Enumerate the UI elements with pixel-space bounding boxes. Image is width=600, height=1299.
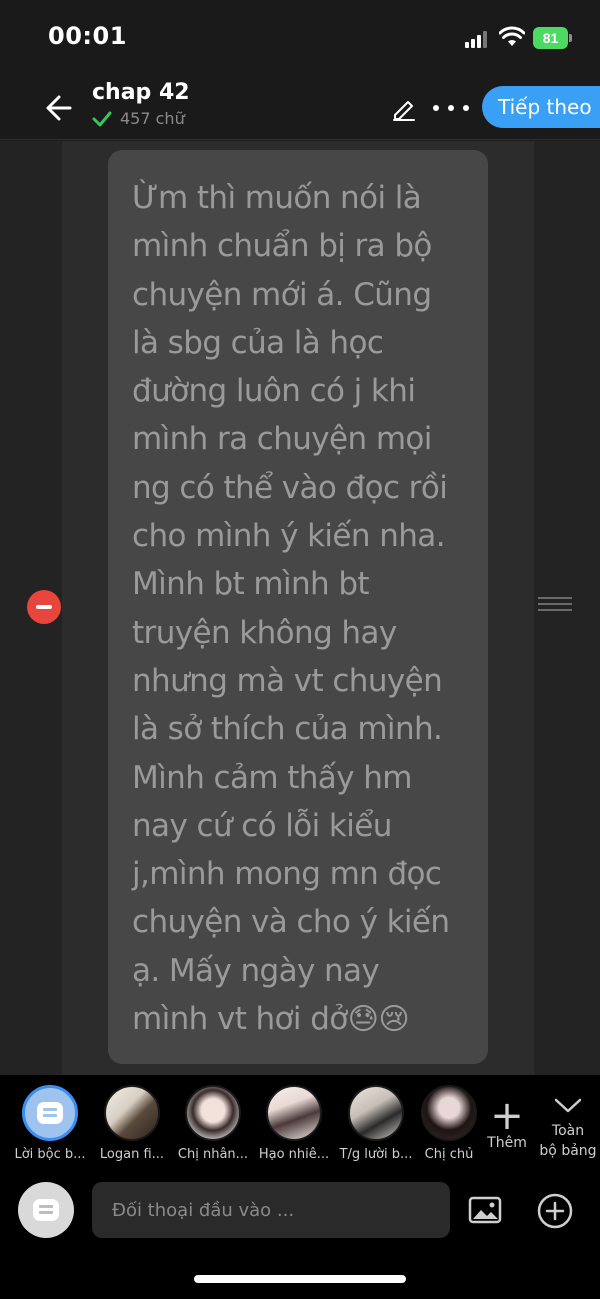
avatar [421,1085,477,1141]
status-bar: 00:01 81 [0,0,600,76]
drag-handle-icon[interactable] [538,597,572,617]
word-count-row: 457 chữ [92,109,190,128]
cellular-signal-icon [465,30,491,48]
character-chi-nhan[interactable]: Chị nhân... [173,1085,253,1162]
bottom-panel: Lời bộc b... Logan fi... Chị nhân... Hạo… [0,1075,600,1299]
editor-header: chap 42 457 chữ Tiếp theo [0,76,600,140]
character-label: Lời bộc b... [14,1147,86,1162]
checkmark-icon [92,111,112,126]
character-tg-luoi[interactable]: T/g lười b... [336,1085,416,1162]
chapter-title-block: chap 42 457 chữ [92,80,190,128]
add-circle-icon[interactable] [536,1192,574,1230]
add-character-label: Thêm [487,1135,527,1151]
narrator-avatar [22,1085,78,1141]
character-selector: Lời bộc b... Logan fi... Chị nhân... Hạo… [0,1085,600,1175]
character-logan[interactable]: Logan fi... [92,1085,172,1162]
character-chi-chu[interactable]: Chị chủ [417,1085,481,1162]
plus-icon: + [490,1093,524,1139]
emoji-sweat-sad: 😓😢 [347,1002,410,1038]
character-hao-nhien[interactable]: Hạo nhiê... [254,1085,334,1162]
more-options-icon[interactable] [433,96,469,120]
chat-bubble-icon [33,1199,59,1221]
delete-block-icon[interactable] [27,590,61,624]
chapter-title: chap 42 [92,80,190,105]
avatar [104,1085,160,1141]
avatar [348,1085,404,1141]
narrator-bubble-icon [37,1102,63,1124]
image-icon[interactable] [468,1195,502,1225]
narration-text: Ừm thì muốn nói là mình chuẩn bị ra bộ c… [132,174,470,1044]
add-character-button[interactable]: + Thêm [484,1093,530,1151]
dialogue-input[interactable]: Đối thoại đầu vào ... [92,1182,450,1238]
dialogue-type-button[interactable] [18,1182,74,1238]
character-label: Logan fi... [99,1147,165,1162]
character-narrator[interactable]: Lời bộc b... [10,1085,90,1162]
avatar [185,1085,241,1141]
home-indicator [194,1275,406,1283]
narration-text-content: Ừm thì muốn nói là mình chuẩn bị ra bộ c… [132,180,450,1038]
next-button[interactable]: Tiếp theo [482,86,600,128]
narration-text-block[interactable]: Ừm thì muốn nói là mình chuẩn bị ra bộ c… [108,150,488,1064]
back-arrow-icon[interactable] [40,88,80,128]
dialogue-input-row: Đối thoại đầu vào ... [0,1182,600,1242]
avatar [266,1085,322,1141]
wifi-icon [499,26,525,46]
character-label: Chị nhân... [177,1147,249,1162]
full-board-button[interactable]: Toàn bộ bảng [536,1095,600,1161]
full-board-label: Toàn bộ bảng [539,1123,597,1159]
word-count: 457 chữ [120,109,185,128]
battery-level: 81 [533,27,568,49]
edit-pencil-icon[interactable] [390,94,418,122]
battery-icon: 81 [533,27,573,49]
character-label: Chị chủ [424,1147,474,1162]
character-label: Hạo nhiê... [258,1147,330,1162]
status-time: 00:01 [48,22,127,50]
chevron-down-icon [554,1098,582,1113]
character-label: T/g lười b... [339,1147,413,1162]
